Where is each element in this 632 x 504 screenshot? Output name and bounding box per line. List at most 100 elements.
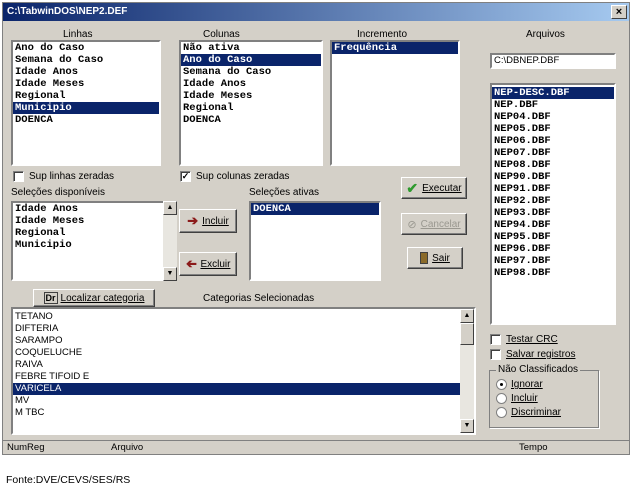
disponiveis-list-item[interactable]: Idade Anos <box>13 203 165 215</box>
radio-incluir-label: Incluir <box>511 393 538 404</box>
categoria-list-item[interactable]: SARAMPO <box>13 335 474 347</box>
radio-ignorar[interactable]: Ignorar <box>496 379 543 390</box>
colunas-list-item[interactable]: Semana do Caso <box>181 66 321 78</box>
radio-discriminar-label: Discriminar <box>511 407 561 418</box>
nao-classificados-title: Não Classificados <box>496 364 581 375</box>
arquivos-list-item[interactable]: NEP05.DBF <box>492 123 614 135</box>
sair-label: Sair <box>432 252 450 264</box>
disponiveis-list-item[interactable]: Idade Meses <box>13 215 165 227</box>
categoria-list-item[interactable]: RAIVA <box>13 359 474 371</box>
arquivos-list-item[interactable]: NEP08.DBF <box>492 159 614 171</box>
categoria-list-item[interactable]: COQUELUCHE <box>13 347 474 359</box>
sup-linhas-checkbox[interactable]: Sup linhas zeradas <box>13 171 114 182</box>
arquivos-list-item[interactable]: NEP91.DBF <box>492 183 614 195</box>
arquivos-label: Arquivos <box>526 29 565 40</box>
radio-ignorar-dot <box>496 379 507 390</box>
close-button[interactable]: × <box>611 5 627 19</box>
selecoes-disponiveis-list[interactable]: Idade Anos Idade Meses Regional Municipio <box>11 201 167 281</box>
nao-classificados-group: Não Classificados Ignorar Incluir Discri… <box>489 364 599 428</box>
sair-button[interactable]: Sair <box>407 247 463 269</box>
linhas-list-item[interactable]: Idade Meses <box>13 78 159 90</box>
disponiveis-list-item[interactable]: Municipio <box>13 239 165 251</box>
linhas-list-item[interactable]: Ano do Caso <box>13 42 159 54</box>
cancelar-button[interactable]: ⊘ Cancelar <box>401 213 467 235</box>
colunas-list-item[interactable]: Ano do Caso <box>181 54 321 66</box>
arquivos-list-item[interactable]: NEP98.DBF <box>492 267 614 279</box>
linhas-list-item[interactable]: Idade Anos <box>13 66 159 78</box>
localizar-categoria-button[interactable]: Dr Localizar categoria <box>33 289 155 307</box>
sup-linhas-box <box>13 171 24 182</box>
linhas-label: Linhas <box>63 29 93 40</box>
door-icon <box>420 252 429 264</box>
arquivos-list-item[interactable]: NEP93.DBF <box>492 207 614 219</box>
radio-discriminar[interactable]: Discriminar <box>496 407 561 418</box>
linhas-list-item[interactable]: Municipio <box>13 102 159 114</box>
arquivos-list-item[interactable]: NEP95.DBF <box>492 231 614 243</box>
scroll-up-button[interactable]: ▲ <box>163 201 177 215</box>
status-bar: NumReg Arquivo Tempo <box>3 440 629 454</box>
arquivos-list-item[interactable]: NEP96.DBF <box>492 243 614 255</box>
linhas-list[interactable]: Ano do Caso Semana do Caso Idade Anos Idade… <box>11 40 161 166</box>
arquivos-list-item[interactable]: NEP94.DBF <box>492 219 614 231</box>
arquivos-list-item[interactable]: NEP92.DBF <box>492 195 614 207</box>
arquivos-list-item[interactable]: NEP06.DBF <box>492 135 614 147</box>
executar-button[interactable]: ✔ Executar <box>401 177 467 199</box>
arquivos-list-item[interactable]: NEP.DBF <box>492 99 614 111</box>
arquivos-list-item[interactable]: NEP-DESC.DBF <box>492 87 614 99</box>
colunas-list-item[interactable]: Idade Meses <box>181 90 321 102</box>
colunas-list-item[interactable]: Não ativa <box>181 42 321 54</box>
selecoes-ativas-list[interactable]: DOENCA <box>249 201 381 281</box>
status-numreg: NumReg <box>7 442 45 453</box>
salvar-registros-box <box>490 349 501 360</box>
categoria-list-item[interactable]: VARICELA <box>13 383 474 395</box>
colunas-list-item[interactable]: Regional <box>181 102 321 114</box>
arquivos-path-field[interactable]: C:\DBNEP.DBF <box>490 53 616 69</box>
arrow-left-icon: ➔ <box>185 256 197 271</box>
linhas-list-item[interactable]: DOENCA <box>13 114 159 126</box>
cancel-icon: ⊘ <box>407 218 417 231</box>
sup-colunas-checkbox[interactable]: ✓ Sup colunas zeradas <box>180 171 289 182</box>
colunas-list-item[interactable]: DOENCA <box>181 114 321 126</box>
title-bar: C:\TabwinDOS\NEP2.DEF × <box>3 3 629 21</box>
linhas-list-item[interactable]: Regional <box>13 90 159 102</box>
excluir-label: Excluir <box>200 258 231 270</box>
arquivos-list-item[interactable]: NEP04.DBF <box>492 111 614 123</box>
colunas-list-item[interactable]: Idade Anos <box>181 78 321 90</box>
excluir-button[interactable]: ➔ Excluir <box>179 252 237 276</box>
incluir-button[interactable]: ➔ Incluir <box>179 209 237 233</box>
sup-colunas-box: ✓ <box>180 171 191 182</box>
arquivos-list-item[interactable]: NEP90.DBF <box>492 171 614 183</box>
disponiveis-list-item[interactable]: Regional <box>13 227 165 239</box>
salvar-registros-label: Salvar registros <box>506 349 576 360</box>
disponiveis-scrollbar[interactable]: ▲ ▼ <box>163 201 177 281</box>
categorias-list[interactable]: TETANO DIFTERIA SARAMPO COQUELUCHE RAIVA FEBR… <box>11 307 476 435</box>
incremento-list[interactable]: Frequência <box>330 40 460 166</box>
incremento-list-item[interactable]: Frequência <box>332 42 458 54</box>
categoria-list-item[interactable]: FEBRE TIFOID E <box>13 371 474 383</box>
arquivos-list-item[interactable]: NEP07.DBF <box>492 147 614 159</box>
categorias-selecionadas-label: Categorias Selecionadas <box>203 293 315 304</box>
scroll-down-button[interactable]: ▼ <box>163 267 177 281</box>
ativas-list-item[interactable]: DOENCA <box>251 203 379 215</box>
testar-crc-checkbox[interactable]: Testar CRC <box>490 334 558 345</box>
categorias-scroll-up-button[interactable]: ▲ <box>460 309 474 323</box>
source-caption: Fonte:DVE/CEVS/SES/RS <box>6 474 131 486</box>
categoria-list-item[interactable]: DIFTERIA <box>13 323 474 335</box>
categorias-scrollbar[interactable]: ▲ ▼ <box>460 309 474 433</box>
arquivos-list-item[interactable]: NEP97.DBF <box>492 255 614 267</box>
incremento-label: Incremento <box>357 29 408 40</box>
sup-colunas-label: Sup colunas zeradas <box>196 171 290 182</box>
executar-label: Executar <box>422 182 462 194</box>
selecoes-ativas-label: Seleções ativas <box>249 187 320 198</box>
categoria-list-item[interactable]: MV <box>13 395 474 407</box>
colunas-list[interactable]: Não ativa Ano do Caso Semana do Caso Idade … <box>179 40 323 166</box>
categoria-list-item[interactable]: M TBC <box>13 407 474 419</box>
salvar-registros-checkbox[interactable]: Salvar registros <box>490 349 575 360</box>
arquivos-list[interactable]: NEP-DESC.DBF NEP.DBF NEP04.DBF NEP05.DBF NEP… <box>490 83 616 325</box>
linhas-list-item[interactable]: Semana do Caso <box>13 54 159 66</box>
radio-incluir[interactable]: Incluir <box>496 393 538 404</box>
categorias-scroll-down-button[interactable]: ▼ <box>460 419 474 433</box>
categorias-scroll-thumb[interactable] <box>460 323 474 345</box>
categoria-list-item[interactable]: TETANO <box>13 311 474 323</box>
checkmark-icon: ✔ <box>406 179 419 196</box>
